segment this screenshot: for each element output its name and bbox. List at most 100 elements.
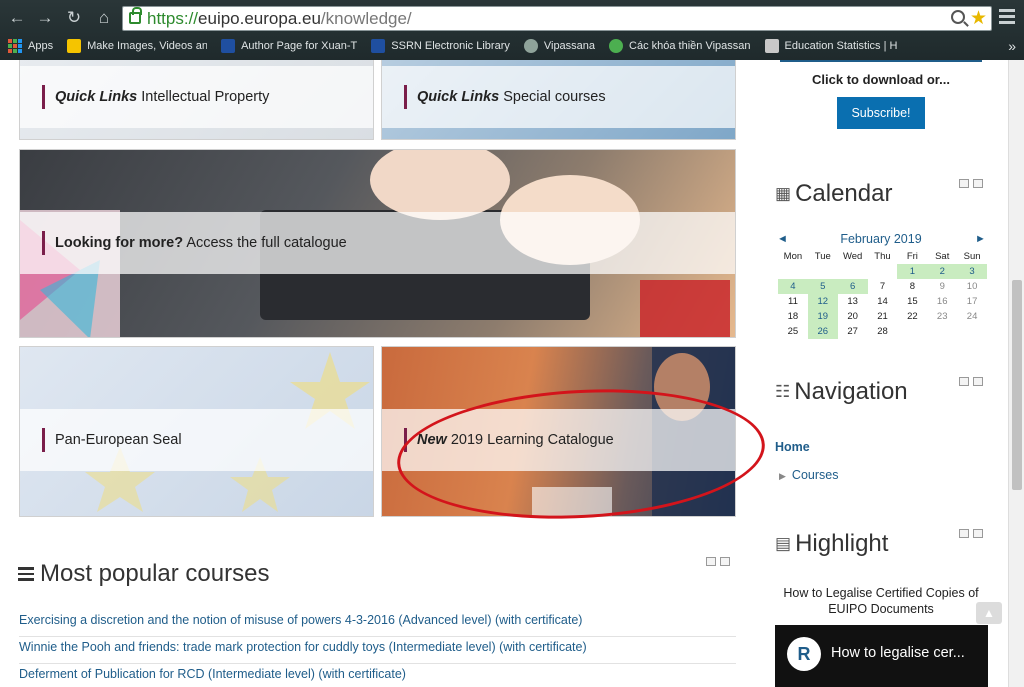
dock-block-icon[interactable] [720,557,730,566]
highlight-title: ▤ Highlight [775,530,888,558]
minimize-block-icon[interactable] [959,377,969,386]
ssrn-icon [371,39,386,53]
bookmark-khoa-thien[interactable]: Các khóa thiền Vipassan [609,39,751,53]
lock-icon [129,7,142,24]
weekday-label: Tue [814,251,831,262]
tile-label: Looking for more? Access the full catalo… [55,235,347,251]
tile-pan-european-seal[interactable]: Pan-European Seal [19,346,374,517]
calendar-day: 24 [966,311,978,322]
calendar-day: 25 [787,326,799,337]
reload-icon[interactable]: ↻ [63,8,85,28]
dock-block-icon[interactable] [973,529,983,538]
calendar-day[interactable]: 12 [807,294,838,309]
calendar-day: 10 [966,281,978,292]
calendar-empty [868,264,898,279]
bookmark-ssrn[interactable]: SSRN Electronic Library [371,39,510,53]
page-scrollbar[interactable] [1008,60,1024,687]
calendar-day[interactable]: 6 [837,279,868,294]
highlight-caption[interactable]: How to Legalise Certified Copies of EUIP… [775,585,987,617]
tile-label-rest: Intellectual Property [137,89,270,105]
dock-block-icon[interactable] [973,377,983,386]
bookmark-author-page[interactable]: Author Page for Xuan-T [221,39,357,53]
address-bar[interactable]: https://euipo.europa.eu/knowledge/ ★ [122,6,992,31]
home-icon[interactable]: ⌂ [93,8,115,28]
tile-band: Quick Links Intellectual Property [20,66,373,128]
scrollbar-thumb[interactable] [1012,280,1022,490]
calendar-day: 20 [847,311,858,322]
navigation-block-controls [959,377,983,386]
minimize-block-icon[interactable] [706,557,716,566]
tile-accent-bar [42,428,45,452]
calendar-day: 9 [939,281,945,292]
tile-label-rest: Special courses [499,89,606,105]
list-box-icon: ▤ [775,534,792,553]
calendar-day[interactable]: 2 [927,264,958,279]
tile-full-catalogue[interactable]: Looking for more? Access the full catalo… [19,149,736,338]
tile-label: Quick Links Intellectual Property [55,89,269,105]
zoom-icon[interactable] [951,10,965,24]
url-scheme: https:// [147,9,199,28]
sitemap-icon: ☷ [775,382,791,401]
tile-band: Looking for more? Access the full catalo… [20,212,735,274]
calendar-day: 13 [847,296,858,307]
tile-label-rest: Access the full catalogue [183,235,347,251]
more-bookmarks-icon[interactable]: » [1008,38,1016,54]
weekday-label: Sat [935,251,950,262]
back-icon[interactable]: ← [6,8,28,28]
tile-label-rest: Pan-European Seal [55,432,182,448]
calendar-empty [778,264,808,279]
calendar-day: 8 [909,281,915,292]
calendar-day[interactable]: 26 [807,324,838,339]
course-link[interactable]: Exercising a discretion and the notion o… [19,610,736,637]
calendar-title: ▦ Calendar [775,180,892,208]
page-content: Quick Links Intellectual Property Quick … [0,60,1008,687]
weekday-label: Sun [963,251,981,262]
forward-icon[interactable]: → [34,8,56,28]
calendar-next-month[interactable]: ► [975,233,986,245]
course-link[interactable]: Deferment of Publication for RCD (Interm… [19,664,736,687]
url-text[interactable]: https://euipo.europa.eu/knowledge/ [147,9,412,29]
click-to-download: Click to download or... [812,72,950,87]
tile-label-bold: Looking for more? [55,235,184,251]
tile-quick-links-special[interactable]: Quick Links Special courses [381,60,736,140]
calendar-day[interactable]: 5 [807,279,838,294]
calendar-day: 7 [879,281,886,292]
nav-courses-label: Courses [791,468,839,482]
navigation-title-text: Navigation [794,378,908,405]
bookmark-star-icon[interactable]: ★ [970,7,987,30]
browser-chrome: ← → ↻ ⌂ https://euipo.europa.eu/knowledg… [0,0,1024,60]
tile-quick-links-ip[interactable]: Quick Links Intellectual Property [19,60,374,140]
bookmark-label: Apps [28,40,54,52]
subscribe-button[interactable]: Subscribe! [837,97,925,129]
tile-accent-bar [42,85,45,109]
highlight-video[interactable]: R How to legalise cer... [775,625,988,687]
dock-block-icon[interactable] [973,179,983,188]
calendar-day[interactable]: 19 [807,309,838,324]
calendar-day: 14 [877,296,888,307]
minimize-block-icon[interactable] [959,179,969,188]
highlight-block-controls [959,529,983,538]
bookmark-apps[interactable]: Apps [8,39,53,53]
calendar-day: 17 [966,296,978,307]
apps-grid-icon [8,39,22,53]
bookmark-vipassana[interactable]: Vipassana [523,39,595,53]
calendar-day[interactable]: 4 [778,279,808,294]
calendar-day[interactable]: 3 [957,264,987,279]
nav-home-link[interactable]: Home [775,440,810,454]
back-to-top-button[interactable]: ▲ [976,602,1002,624]
calendar-month[interactable]: February 2019 [775,232,987,246]
minimize-block-icon[interactable] [959,529,969,538]
course-link[interactable]: Winnie the Pooh and friends: trade mark … [19,637,736,664]
tile-label-bold: Quick Links [417,89,500,105]
nav-courses-link[interactable]: ▶ Courses [779,468,838,482]
bookmark-make-images[interactable]: Make Images, Videos an [67,39,207,53]
calendar-grid: Mon Tue Wed Thu Fri Sat Sun 1 2 3 4 5 6 … [778,249,987,339]
calendar-day: 21 [877,311,888,322]
bookmark-education-statistics[interactable]: Education Statistics | H [764,39,897,53]
browser-menu-icon[interactable] [999,9,1015,25]
tile-band: Quick Links Special courses [382,66,735,128]
bookmarks-bar: Apps Make Images, Videos an Author Page … [0,34,1024,58]
bookmark-label: Author Page for Xuan-T [241,40,358,52]
calendar-day: 18 [787,311,799,322]
calendar-day[interactable]: 1 [897,264,928,279]
